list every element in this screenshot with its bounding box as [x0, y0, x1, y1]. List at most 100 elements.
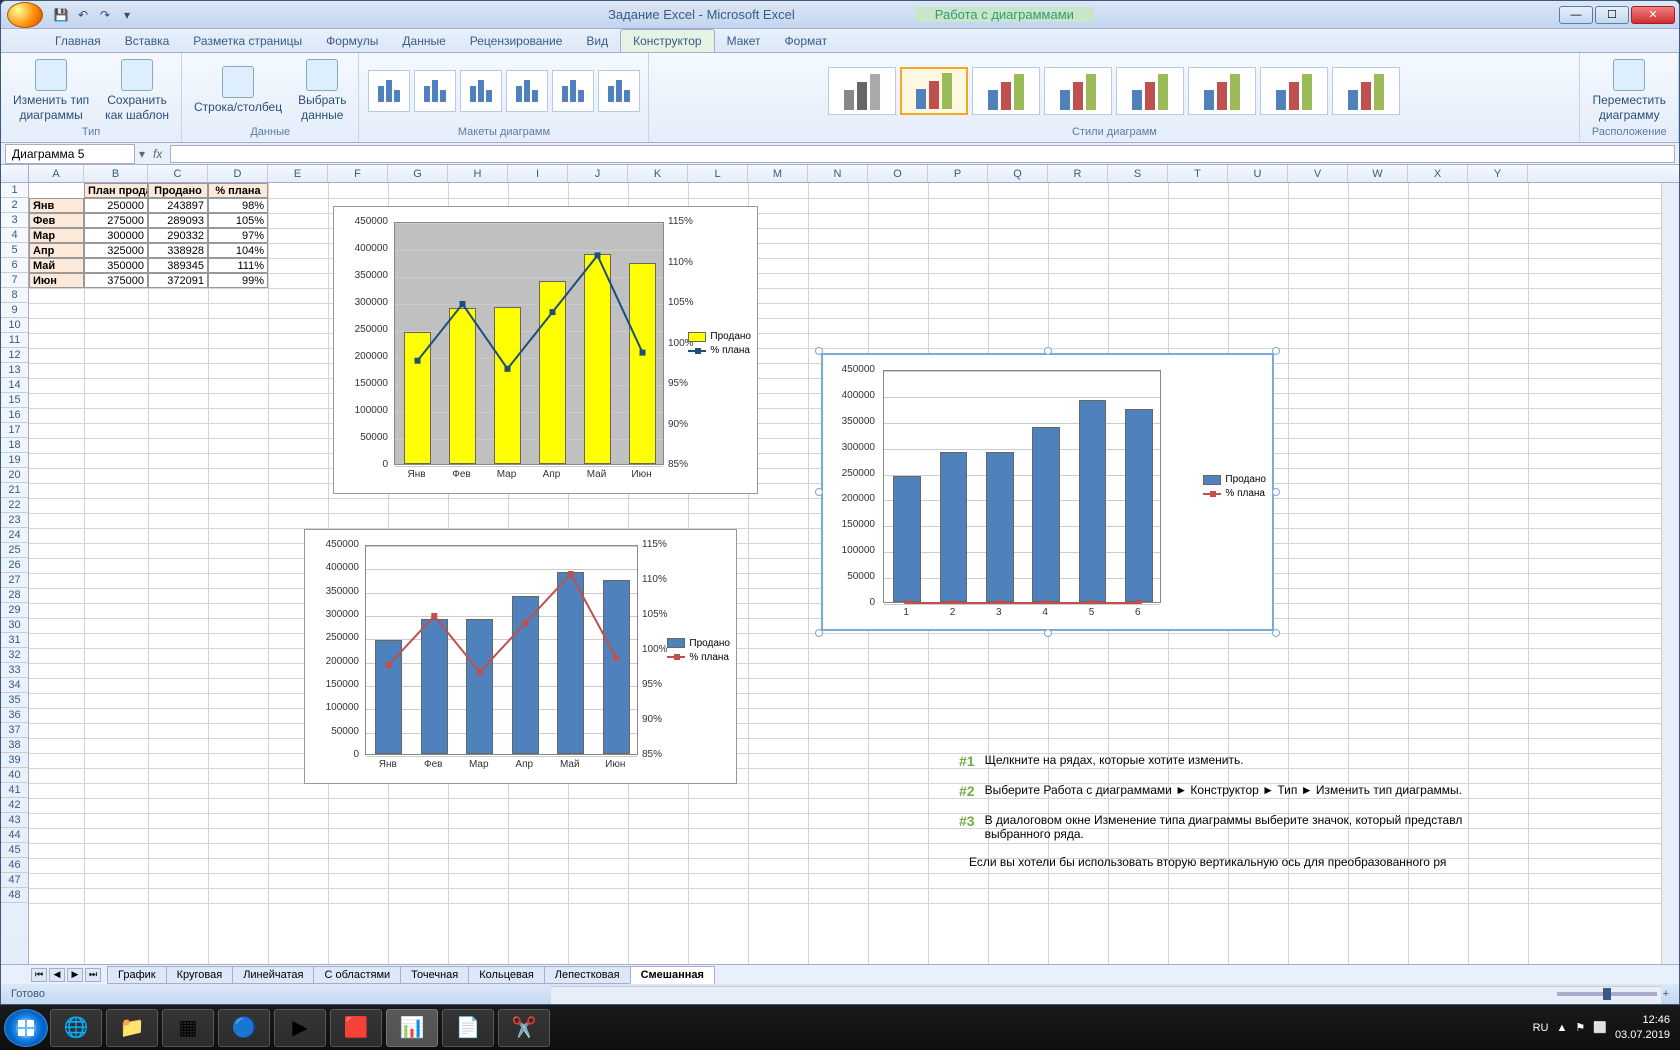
- chart-layout-thumb[interactable]: [368, 70, 410, 112]
- chart-style-thumb[interactable]: [1332, 67, 1400, 115]
- cell[interactable]: Продано: [148, 183, 208, 198]
- chart-layout-thumb[interactable]: [552, 70, 594, 112]
- tray-clock[interactable]: 12:46 03.07.2019: [1615, 1013, 1670, 1042]
- col-header-L[interactable]: L: [688, 165, 748, 182]
- col-header-B[interactable]: B: [84, 165, 148, 182]
- sheet-tab[interactable]: Лепестковая: [544, 966, 631, 984]
- save-icon[interactable]: 💾: [51, 5, 71, 25]
- cell[interactable]: План продаж: [84, 183, 148, 198]
- zoom-in-button[interactable]: +: [1663, 988, 1669, 1000]
- cell[interactable]: 105%: [208, 213, 268, 228]
- row-header-28[interactable]: 28: [1, 588, 28, 603]
- row-header-33[interactable]: 33: [1, 663, 28, 678]
- cell[interactable]: Июн: [29, 273, 84, 288]
- formula-input[interactable]: [170, 145, 1675, 163]
- chart-style-thumb[interactable]: [1116, 67, 1184, 115]
- task-explorer[interactable]: 📁: [106, 1009, 158, 1047]
- row-header-20[interactable]: 20: [1, 468, 28, 483]
- cell[interactable]: 375000: [84, 273, 148, 288]
- row-header-27[interactable]: 27: [1, 573, 28, 588]
- chart-layout-thumb[interactable]: [598, 70, 640, 112]
- qat-dropdown-icon[interactable]: ▾: [117, 5, 137, 25]
- col-header-U[interactable]: U: [1228, 165, 1288, 182]
- col-header-V[interactable]: V: [1288, 165, 1348, 182]
- chart-style-thumb[interactable]: [1044, 67, 1112, 115]
- row-header-17[interactable]: 17: [1, 423, 28, 438]
- row-header-8[interactable]: 8: [1, 288, 28, 303]
- chart-style-thumb[interactable]: [828, 67, 896, 115]
- cell[interactable]: 300000: [84, 228, 148, 243]
- tray-flag-icon2[interactable]: ⚑: [1575, 1021, 1585, 1034]
- row-header-38[interactable]: 38: [1, 738, 28, 753]
- cell[interactable]: Янв: [29, 198, 84, 213]
- tab-review[interactable]: Рецензирование: [458, 30, 575, 52]
- cell[interactable]: 338928: [148, 243, 208, 258]
- row-header-19[interactable]: 19: [1, 453, 28, 468]
- select-all-corner[interactable]: [1, 165, 29, 182]
- cell[interactable]: Май: [29, 258, 84, 273]
- chart-style-thumb[interactable]: [1188, 67, 1256, 115]
- sheet-tab[interactable]: С областями: [313, 966, 401, 984]
- task-sketch[interactable]: 🟥: [330, 1009, 382, 1047]
- col-header-H[interactable]: H: [448, 165, 508, 182]
- row-header-10[interactable]: 10: [1, 318, 28, 333]
- sheet-tab[interactable]: Линейчатая: [232, 966, 314, 984]
- tray-action-icon[interactable]: ⬜: [1593, 1021, 1607, 1034]
- row-header-24[interactable]: 24: [1, 528, 28, 543]
- cell[interactable]: Апр: [29, 243, 84, 258]
- row-header-47[interactable]: 47: [1, 873, 28, 888]
- row-header-36[interactable]: 36: [1, 708, 28, 723]
- row-header-32[interactable]: 32: [1, 648, 28, 663]
- row-header-25[interactable]: 25: [1, 543, 28, 558]
- tab-formulas[interactable]: Формулы: [314, 30, 390, 52]
- fx-label[interactable]: fx: [145, 147, 170, 161]
- col-header-P[interactable]: P: [928, 165, 988, 182]
- col-header-K[interactable]: K: [628, 165, 688, 182]
- tray-flag-icon[interactable]: ▲: [1556, 1022, 1567, 1034]
- sheet-tab[interactable]: Смешанная: [630, 966, 715, 984]
- row-header-26[interactable]: 26: [1, 558, 28, 573]
- cell[interactable]: 99%: [208, 273, 268, 288]
- sheet-tab[interactable]: График: [107, 966, 167, 984]
- row-header-16[interactable]: 16: [1, 408, 28, 423]
- name-box[interactable]: Диаграмма 5: [5, 144, 135, 164]
- row-header-30[interactable]: 30: [1, 618, 28, 633]
- cell[interactable]: 290332: [148, 228, 208, 243]
- sheet-tab[interactable]: Круговая: [166, 966, 234, 984]
- row-header-13[interactable]: 13: [1, 363, 28, 378]
- chart-1[interactable]: 0500001000001500002000002500003000003500…: [333, 206, 758, 494]
- row-header-15[interactable]: 15: [1, 393, 28, 408]
- save-template-button[interactable]: Сохранить как шаблон: [99, 57, 175, 124]
- col-header-J[interactable]: J: [568, 165, 628, 182]
- sheet-tab[interactable]: Кольцевая: [468, 966, 545, 984]
- cell[interactable]: % плана: [208, 183, 268, 198]
- tab-design[interactable]: Конструктор: [620, 29, 714, 52]
- row-header-42[interactable]: 42: [1, 798, 28, 813]
- tab-view[interactable]: Вид: [574, 30, 620, 52]
- chart-layout-thumb[interactable]: [414, 70, 456, 112]
- row-header-48[interactable]: 48: [1, 888, 28, 903]
- tab-format[interactable]: Формат: [773, 30, 840, 52]
- tray-lang[interactable]: RU: [1533, 1022, 1549, 1034]
- col-header-D[interactable]: D: [208, 165, 268, 182]
- cell[interactable]: 98%: [208, 198, 268, 213]
- row-header-3[interactable]: 3: [1, 213, 28, 228]
- start-button[interactable]: [4, 1009, 48, 1047]
- cell[interactable]: 97%: [208, 228, 268, 243]
- row-header-43[interactable]: 43: [1, 813, 28, 828]
- task-totalcmd[interactable]: ▦: [162, 1009, 214, 1047]
- row-header-14[interactable]: 14: [1, 378, 28, 393]
- chart-style-thumb[interactable]: [900, 67, 968, 115]
- close-button[interactable]: ✕: [1631, 6, 1675, 24]
- sheet-tab[interactable]: Точечная: [400, 966, 469, 984]
- row-header-31[interactable]: 31: [1, 633, 28, 648]
- col-header-F[interactable]: F: [328, 165, 388, 182]
- row-header-7[interactable]: 7: [1, 273, 28, 288]
- horizontal-scrollbar[interactable]: [551, 986, 1661, 1004]
- row-header-12[interactable]: 12: [1, 348, 28, 363]
- task-word[interactable]: 📄: [442, 1009, 494, 1047]
- change-chart-type-button[interactable]: Изменить тип диаграммы: [7, 57, 95, 124]
- col-header-I[interactable]: I: [508, 165, 568, 182]
- chart-2[interactable]: 0500001000001500002000002500003000003500…: [304, 529, 737, 784]
- col-header-M[interactable]: M: [748, 165, 808, 182]
